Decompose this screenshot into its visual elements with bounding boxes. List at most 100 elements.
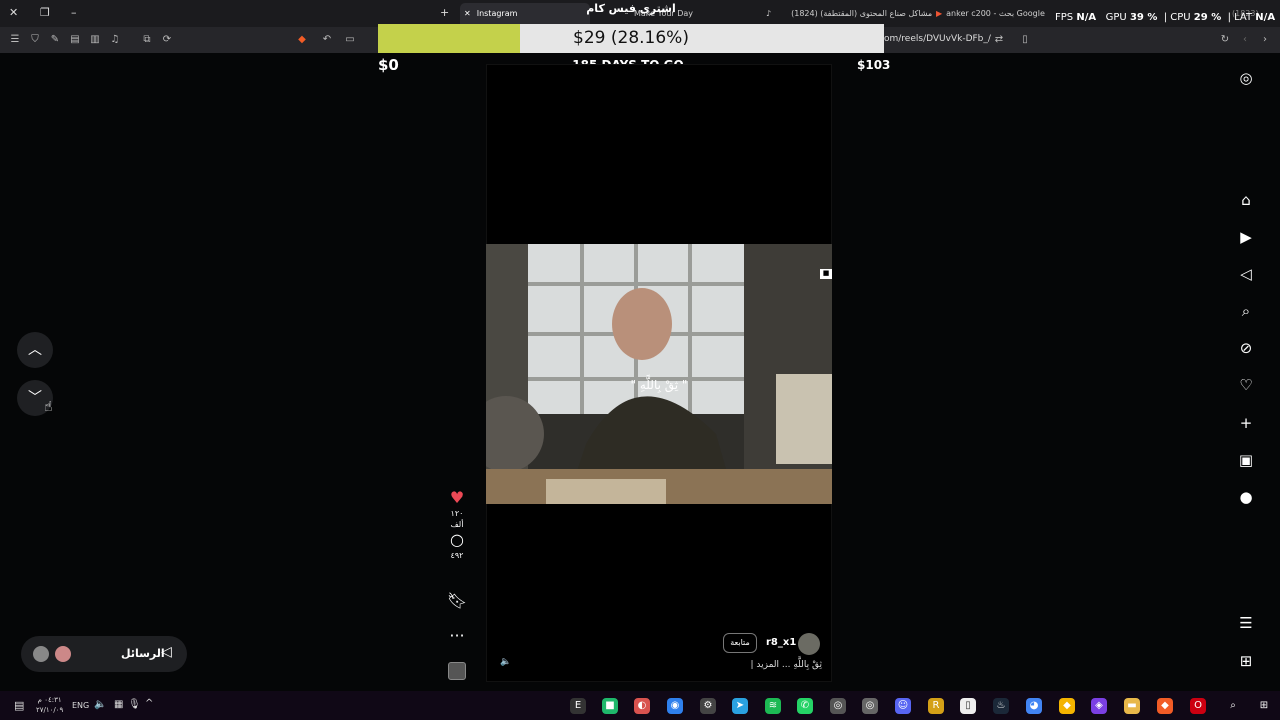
mic-icon[interactable]: 🎙 — [128, 699, 141, 710]
profile-icon[interactable]: ● — [1236, 487, 1256, 507]
audio-thumbnail[interactable] — [448, 662, 466, 680]
sidebar-icon[interactable]: ▥ — [88, 33, 102, 47]
tabs-icon[interactable]: ▤ — [68, 33, 82, 47]
lat-value: N/A — [1255, 12, 1276, 23]
app-icon[interactable]: ◎ — [862, 698, 878, 714]
reload-icon[interactable]: ↻ — [1218, 33, 1232, 47]
notifications-icon[interactable]: ♡ — [1236, 375, 1256, 395]
mouse-cursor-icon: ☝ — [44, 399, 53, 415]
shield-icon[interactable]: ⛉ — [28, 33, 42, 47]
send-icon: ◁ — [161, 644, 172, 660]
heart-icon[interactable]: ♥ — [443, 488, 471, 508]
messages-pill[interactable]: الرسائل ◁ — [21, 636, 187, 672]
more-action[interactable]: ··· — [443, 626, 471, 646]
menu-icon[interactable]: ☰ — [8, 33, 22, 47]
save-action[interactable]: 🔖︎ — [443, 591, 471, 611]
opera-icon[interactable]: O — [1190, 698, 1206, 714]
minimize-icon[interactable]: – — [71, 6, 77, 20]
previous-reel-button[interactable]: ︿ — [17, 332, 53, 368]
gpu-label: GPU — [1105, 12, 1127, 23]
goal-progress-bar: اشترى فيس كام $29 (28.16%) — [378, 2, 884, 53]
window-icon[interactable]: ⧉ — [140, 33, 154, 47]
cpu-value: 29 % — [1193, 12, 1222, 23]
language-indicator[interactable]: ENG — [72, 701, 89, 710]
author-username[interactable]: r8_x1 — [766, 637, 796, 648]
video-still — [486, 244, 832, 504]
goal-target-amount: $103 — [857, 58, 891, 72]
network-icon[interactable]: ▦ — [114, 699, 123, 710]
brave-shield-icon[interactable]: ◆ — [295, 33, 309, 47]
menu-icon[interactable]: ☰ — [1236, 613, 1256, 633]
gpu-value: 39 % — [1129, 12, 1158, 23]
app-icon[interactable]: ◈ — [1091, 698, 1107, 714]
music-icon[interactable]: ♫ — [108, 33, 122, 47]
url-field[interactable]: om/reels/DVUvVk-DFb_/ — [884, 34, 991, 44]
comment-action[interactable]: ○ ٤٩٢ — [443, 530, 471, 561]
avatar — [55, 646, 71, 662]
fps-value: N/A — [1076, 12, 1097, 23]
volume-icon[interactable]: 🔈 — [498, 654, 514, 670]
home-icon[interactable]: ⌂ — [1236, 190, 1256, 210]
tab-title: anker c200 - بحث Google — [946, 9, 1045, 18]
comment-icon[interactable]: ○ — [443, 530, 471, 550]
brave-icon[interactable]: ◆ — [1157, 698, 1173, 714]
follow-button[interactable]: متابعة — [723, 633, 757, 653]
youtube-tab-icon: ▶ — [936, 9, 943, 18]
reel-video-frame[interactable] — [486, 244, 832, 504]
telegram-icon[interactable]: ➤ — [732, 698, 748, 714]
more-icon[interactable]: ··· — [443, 626, 471, 646]
close-window-icon[interactable]: ✕ — [9, 6, 18, 20]
rockstar-icon[interactable]: R — [928, 698, 944, 714]
discord-icon[interactable]: ☺ — [895, 698, 911, 714]
create-icon[interactable]: + — [1236, 413, 1256, 433]
video-caption: " ثِقْ بِاللَّهِ " — [630, 378, 688, 392]
nav-back-icon[interactable]: ‹ — [1238, 33, 1252, 47]
screen: ✕ ❐ – + ✕ Instagram Make Your Day ♪ (1824)… — [0, 0, 1280, 720]
chevron-down-icon: ﹀ — [28, 390, 42, 406]
tray-expand-icon[interactable]: ^ — [145, 698, 153, 709]
folder-icon[interactable]: ▬ — [1124, 698, 1140, 714]
nav-forward-icon[interactable]: › — [1258, 33, 1272, 47]
clock-date: ٢٧/١٠/٠٩ — [36, 706, 64, 714]
app-icon[interactable]: ◎ — [830, 698, 846, 714]
author-avatar[interactable] — [798, 633, 820, 655]
bookmark-icon[interactable]: 🔖︎ — [443, 591, 471, 611]
translate-icon[interactable]: ⇄ — [992, 33, 1006, 47]
explore-icon[interactable]: ⊘ — [1236, 338, 1256, 358]
bookmark-icon[interactable]: ▯ — [1018, 33, 1032, 47]
start-icon[interactable]: ⊞ — [1256, 698, 1272, 714]
app-icon[interactable]: ◆ — [1059, 698, 1075, 714]
reel-description[interactable]: | ثِقْ بِاللَّهِ ... المزيد — [700, 660, 822, 670]
search-icon[interactable]: ⌕ — [1236, 301, 1256, 321]
app-icon[interactable]: ◐ — [634, 698, 650, 714]
epic-games-icon[interactable]: E — [570, 698, 586, 714]
avatar — [33, 646, 49, 662]
more-apps-icon[interactable]: ⊞ — [1236, 651, 1256, 671]
restore-icon[interactable]: ❐ — [40, 6, 50, 20]
steam-icon[interactable]: ♨ — [993, 698, 1009, 714]
back-icon[interactable]: ↶ — [320, 33, 334, 47]
settings-icon[interactable]: ⚙ — [700, 698, 716, 714]
screen-icon[interactable]: ▭ — [343, 33, 357, 47]
search-icon[interactable]: ⌕ — [1225, 698, 1241, 714]
tab-google[interactable]: ▶ anker c200 - بحث Google — [932, 3, 1048, 25]
instagram-icon[interactable]: ◎ — [1236, 68, 1256, 88]
performance-overlay: FPS N/A GPU 39 % | CPU 29 % | LAT N/A — [1055, 12, 1276, 23]
pin-icon[interactable]: ✎ — [48, 33, 62, 47]
clock-time: ٠٤:٣١ م — [37, 696, 62, 704]
extension-icon[interactable]: ⟳ — [160, 33, 174, 47]
messages-icon[interactable]: ◁ — [1236, 264, 1256, 284]
app-icon[interactable]: ◉ — [667, 698, 683, 714]
file-icon[interactable]: ▯ — [960, 698, 976, 714]
notification-icon[interactable]: ▤ — [14, 699, 24, 712]
dashboard-icon[interactable]: ▣ — [1236, 450, 1256, 470]
clock[interactable]: ٠٤:٣١ م ٢٧/١٠/٠٩ — [36, 695, 63, 715]
chrome-icon[interactable]: ◕ — [1026, 698, 1042, 714]
whatsapp-icon[interactable]: ✆ — [797, 698, 813, 714]
like-action[interactable]: ♥ ١٢٠ ألف — [443, 488, 471, 530]
app-icon[interactable]: ■ — [602, 698, 618, 714]
volume-icon[interactable]: 🔈 — [94, 699, 106, 710]
reels-icon[interactable]: ▶ — [1236, 227, 1256, 247]
fps-label: FPS — [1055, 12, 1074, 23]
spotify-icon[interactable]: ≋ — [765, 698, 781, 714]
